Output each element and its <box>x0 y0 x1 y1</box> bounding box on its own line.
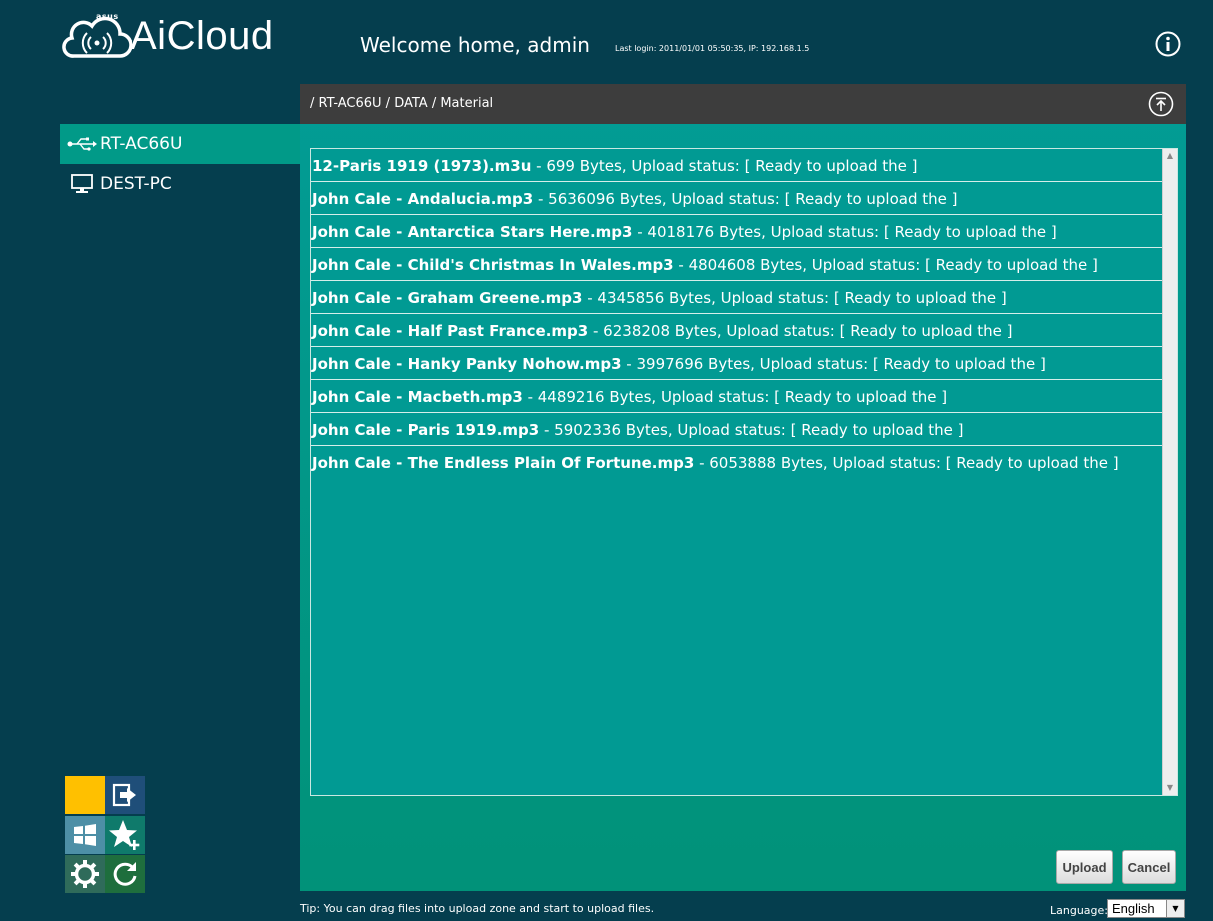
upload-file-list[interactable]: 12-Paris 1919 (1973).m3u - 699 Bytes, Up… <box>310 148 1178 796</box>
file-rows: 12-Paris 1919 (1973).m3u - 699 Bytes, Up… <box>311 149 1162 478</box>
usb-icon <box>66 137 98 151</box>
info-icon[interactable] <box>1155 31 1181 57</box>
file-detail: - 4489216 Bytes, Upload status: [ Ready … <box>522 388 948 406</box>
file-name: 12-Paris 1919 (1973).m3u <box>312 157 532 175</box>
computer-icon <box>66 174 98 194</box>
vertical-scrollbar[interactable]: ▲ ▼ <box>1162 149 1177 795</box>
language-value: English <box>1112 901 1155 916</box>
sidebar-item-dest-pc[interactable]: DEST-PC <box>60 164 300 204</box>
sidebar-item-label: RT-AC66U <box>100 134 183 154</box>
blank-tile[interactable] <box>65 776 105 814</box>
list-item[interactable]: John Cale - Hanky Panky Nohow.mp3 - 3997… <box>311 347 1162 380</box>
list-item[interactable]: John Cale - Andalucia.mp3 - 5636096 Byte… <box>311 182 1162 215</box>
file-name: John Cale - Andalucia.mp3 <box>312 190 534 208</box>
favorite-add-icon[interactable] <box>105 816 145 854</box>
settings-icon[interactable] <box>65 855 105 893</box>
list-item[interactable]: 12-Paris 1919 (1973).m3u - 699 Bytes, Up… <box>311 149 1162 182</box>
language-select[interactable]: English ▼ <box>1107 899 1185 918</box>
language-label: Language: <box>1050 904 1108 917</box>
sidebar-item-label: DEST-PC <box>100 174 172 194</box>
file-detail: - 6053888 Bytes, Upload status: [ Ready … <box>694 454 1119 472</box>
upload-button[interactable]: Upload <box>1056 850 1113 884</box>
list-item[interactable]: John Cale - Macbeth.mp3 - 4489216 Bytes,… <box>311 380 1162 413</box>
file-detail: - 5902336 Bytes, Upload status: [ Ready … <box>539 421 964 439</box>
file-detail: - 4018176 Bytes, Upload status: [ Ready … <box>632 223 1057 241</box>
list-item[interactable]: John Cale - Half Past France.mp3 - 62382… <box>311 314 1162 347</box>
file-name: John Cale - Macbeth.mp3 <box>312 388 523 406</box>
upload-panel: / RT-AC66U / DATA / Material 12-Paris 19… <box>300 84 1186 891</box>
file-name: John Cale - The Endless Plain Of Fortune… <box>312 454 695 472</box>
scroll-down-icon[interactable]: ▼ <box>1163 781 1177 795</box>
file-detail: - 6238208 Bytes, Upload status: [ Ready … <box>588 322 1013 340</box>
cancel-button[interactable]: Cancel <box>1122 850 1176 884</box>
file-detail: - 699 Bytes, Upload status: [ Ready to u… <box>531 157 918 175</box>
upload-arrow-icon[interactable] <box>1148 91 1174 117</box>
file-name: John Cale - Hanky Panky Nohow.mp3 <box>312 355 622 373</box>
list-item[interactable]: John Cale - Antarctica Stars Here.mp3 - … <box>311 215 1162 248</box>
drag-drop-tip: Tip: You can drag files into upload zone… <box>300 902 655 915</box>
last-login-info: Last login: 2011/01/01 05:50:35, IP: 192… <box>615 44 810 53</box>
file-detail: - 4345856 Bytes, Upload status: [ Ready … <box>582 289 1007 307</box>
file-name: John Cale - Paris 1919.mp3 <box>312 421 540 439</box>
cloud-icon <box>62 16 132 58</box>
sidebar-item-rt-ac66u[interactable]: RT-AC66U <box>60 124 300 164</box>
shortcut-tiles <box>65 776 145 893</box>
scroll-up-icon[interactable]: ▲ <box>1163 149 1177 163</box>
file-name: John Cale - Graham Greene.mp3 <box>312 289 583 307</box>
app-title: AiCloud <box>130 14 274 58</box>
file-name: John Cale - Half Past France.mp3 <box>312 322 589 340</box>
file-name: John Cale - Child's Christmas In Wales.m… <box>312 256 674 274</box>
breadcrumb: / RT-AC66U / DATA / Material <box>310 96 494 111</box>
chevron-down-icon[interactable]: ▼ <box>1166 900 1184 917</box>
file-name: John Cale - Antarctica Stars Here.mp3 <box>312 223 633 241</box>
list-item[interactable]: John Cale - Graham Greene.mp3 - 4345856 … <box>311 281 1162 314</box>
file-detail: - 5636096 Bytes, Upload status: [ Ready … <box>533 190 958 208</box>
aicloud-logo: asus AiCloud <box>60 12 300 64</box>
logout-icon[interactable] <box>105 776 145 814</box>
file-detail: - 4804608 Bytes, Upload status: [ Ready … <box>673 256 1098 274</box>
list-item[interactable]: John Cale - The Endless Plain Of Fortune… <box>311 446 1162 478</box>
windows-icon[interactable] <box>65 816 105 854</box>
list-item[interactable]: John Cale - Paris 1919.mp3 - 5902336 Byt… <box>311 413 1162 446</box>
asus-wordmark: asus <box>96 12 119 21</box>
list-item[interactable]: John Cale - Child's Christmas In Wales.m… <box>311 248 1162 281</box>
file-detail: - 3997696 Bytes, Upload status: [ Ready … <box>621 355 1046 373</box>
breadcrumb-bar: / RT-AC66U / DATA / Material <box>300 84 1186 124</box>
refresh-icon[interactable] <box>105 855 145 893</box>
welcome-message: Welcome home, admin <box>360 33 590 57</box>
